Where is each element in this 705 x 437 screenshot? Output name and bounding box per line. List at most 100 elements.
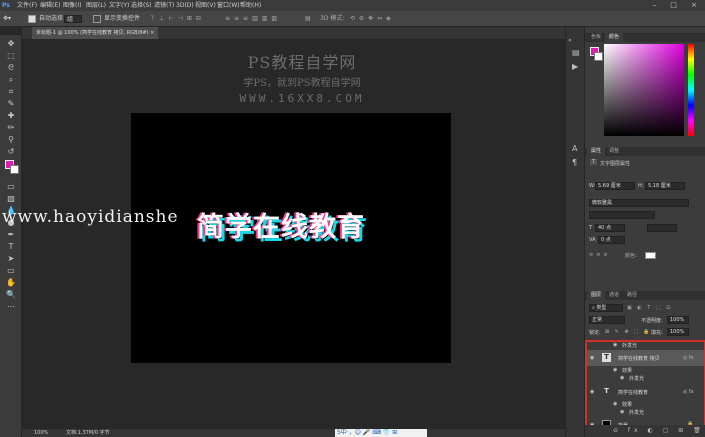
eye-icon[interactable]: ◉ <box>613 401 617 407</box>
blend-mode-select[interactable]: 正常 <box>589 316 625 324</box>
eyedropper-tool-icon[interactable]: ✎ <box>6 99 16 109</box>
hue-slider[interactable] <box>688 44 694 136</box>
canvas-area[interactable]: PS教程自学网 学PS，就到PS教程自学网 WWW.16XX8.COM www.… <box>2 39 565 429</box>
layer-effect-row[interactable]: ◉ 外发光 <box>587 409 704 416</box>
background-color-swatch[interactable] <box>10 165 19 174</box>
menu-type[interactable]: 文字(Y) <box>109 0 129 11</box>
eye-icon[interactable]: ◉ <box>613 367 617 373</box>
layer-kind-filter[interactable]: ⌕ 类型 <box>589 304 623 312</box>
layers-footer-buttons[interactable]: ⊖ fx ◐ ▢ ⊞ 🗑 <box>585 425 705 437</box>
filter-icons[interactable]: ▣ ◐ T ⬚ ⊡ <box>627 305 672 311</box>
menu-file[interactable]: 文件(F) <box>17 0 37 11</box>
quick-select-tool-icon[interactable]: ⌕ <box>6 75 16 85</box>
brush-tool-icon[interactable]: ✏ <box>6 123 16 133</box>
tab-swatches[interactable]: 色板 <box>587 33 605 42</box>
character-panel-icon[interactable]: A <box>572 145 577 153</box>
layer-effects-group[interactable]: ◉ 效果 <box>587 401 704 408</box>
watermark-url: WWW.16XX8.COM <box>239 92 365 105</box>
show-transform-checkbox[interactable] <box>93 11 101 27</box>
tab-adjustments[interactable]: 调整 <box>605 147 623 156</box>
hero-text[interactable]: 简学在线教育 <box>197 205 365 244</box>
font-size-field[interactable]: 40 点 <box>595 224 625 232</box>
auto-align-icon[interactable]: ▤ <box>305 11 311 27</box>
menu-bar: Ps 文件(F) 编辑(E) 图像(I) 图层(L) 文字(Y) 选择(S) 滤… <box>0 0 705 11</box>
tab-layers[interactable]: 图层 <box>587 291 606 300</box>
menu-edit[interactable]: 编辑(E) <box>40 0 60 11</box>
crop-tool-icon[interactable]: ⌗ <box>6 87 16 97</box>
menu-help[interactable]: 帮助(H) <box>240 0 261 11</box>
rectangle-tool-icon[interactable]: ▭ <box>6 266 16 276</box>
doc-info[interactable]: 文档:1.37M/0 字节 <box>66 429 110 437</box>
eye-icon[interactable]: ◉ <box>613 342 617 348</box>
path-select-tool-icon[interactable]: ➤ <box>6 254 16 264</box>
menu-window[interactable]: 窗口(W) <box>217 0 240 11</box>
ps-logo-icon[interactable]: Ps <box>2 0 10 11</box>
history-panel-icon[interactable]: ▤ <box>572 49 580 57</box>
leading-field[interactable] <box>647 224 677 232</box>
menu-3d[interactable]: 3D(D) <box>176 0 194 11</box>
menu-select[interactable]: 选择(S) <box>131 0 152 11</box>
align-icons[interactable]: ⊤⊥⊢⊣⊞⊟ <box>150 11 205 27</box>
clone-stamp-icon[interactable]: ⚲ <box>6 135 16 145</box>
paragraph-panel-icon[interactable]: ¶ <box>572 159 577 167</box>
layer-effects-group[interactable]: ◉ 效果 <box>587 367 704 374</box>
layer-effect-row[interactable]: ◉ 外发光 <box>587 342 704 349</box>
history-brush-icon[interactable]: ↺ <box>6 147 16 157</box>
document-tab[interactable]: 未标题-1 @ 100% (简学在线教育 拷贝, RGB/8#) × <box>32 27 159 39</box>
tab-color[interactable]: 颜色 <box>605 33 624 42</box>
layer-name[interactable]: 简学在线教育 <box>618 389 648 396</box>
move-tool-preset-icon[interactable]: ✥▾ <box>3 11 11 27</box>
menu-filter[interactable]: 滤镜(T) <box>154 0 174 11</box>
visibility-eye-icon[interactable]: ◉ <box>590 355 594 361</box>
eraser-tool-icon[interactable]: ▭ <box>6 182 16 192</box>
tracking-field[interactable]: 0 点 <box>598 236 625 244</box>
zoom-level[interactable]: 100% <box>34 429 48 437</box>
visibility-eye-icon[interactable]: ◉ <box>590 389 594 395</box>
actions-panel-icon[interactable]: ▶ <box>572 63 578 71</box>
lock-icons[interactable]: ⊠ ✎ ✥ ⛶ 🔒 <box>605 329 652 335</box>
text-color-swatch[interactable] <box>645 252 656 259</box>
align-text-icons[interactable]: ≡≡≡ <box>589 252 611 258</box>
layer-effect-row[interactable]: ◉ 外发光 <box>587 375 704 382</box>
close-tab-icon[interactable]: × <box>150 30 154 36</box>
fill-field[interactable]: 100% <box>667 328 689 336</box>
color-picker-field[interactable] <box>604 44 684 136</box>
distribute-icons[interactable]: ≡≡≡▥▥▥ <box>225 11 281 27</box>
tab-paths[interactable]: 路径 <box>623 291 641 300</box>
panel-bg-color[interactable] <box>594 52 603 61</box>
ime-toolbar[interactable]: S中·，☺ 🎤 ⌨ 👕 ⊞ <box>335 429 427 437</box>
document-tab-bar: 未标题-1 @ 100% (简学在线教育 拷贝, RGB/8#) × <box>22 27 565 39</box>
collapse-panels-icon[interactable]: « <box>568 37 572 45</box>
fx-icon[interactable]: ◎ fx <box>683 389 694 395</box>
tab-channels[interactable]: 通道 <box>605 291 623 300</box>
marquee-tool-icon[interactable]: ⬚ <box>6 51 16 61</box>
move-tool-icon[interactable]: ✥ <box>6 39 16 49</box>
height-field[interactable]: 5.18 厘米 <box>645 182 685 190</box>
font-family-select[interactable]: 微软雅黑 <box>589 199 689 207</box>
menu-layer[interactable]: 图层(L) <box>86 0 106 11</box>
font-style-select[interactable] <box>589 211 655 219</box>
auto-select-checkbox[interactable] <box>28 11 36 27</box>
fx-icon[interactable]: ◎ fx <box>683 355 694 361</box>
lasso-tool-icon[interactable]: ᘓ <box>6 63 16 73</box>
menu-view[interactable]: 视图(V) <box>195 0 216 11</box>
opacity-field[interactable]: 100% <box>667 316 689 324</box>
eye-icon[interactable]: ◉ <box>620 409 624 415</box>
tab-properties[interactable]: 属性 <box>587 147 606 156</box>
eye-icon[interactable]: ◉ <box>620 375 624 381</box>
layer-row-text-copy[interactable]: ◉ T 简学在线教育 拷贝 ◎ fx <box>587 350 704 366</box>
pen-tool-icon[interactable]: ✒ <box>6 230 16 240</box>
layer-name[interactable]: 简学在线教育 拷贝 <box>618 355 660 362</box>
layer-row-text[interactable]: ◉ T 简学在线教育 ◎ fx <box>587 384 704 400</box>
menu-image[interactable]: 图像(I) <box>63 0 81 11</box>
3d-mode-icons[interactable]: ⟲⊛✥⇔◈ <box>350 11 395 27</box>
width-field[interactable]: 5.69 厘米 <box>595 182 635 190</box>
more-tools-icon[interactable]: ⋯ <box>6 302 16 312</box>
auto-select-dropdown[interactable]: 组 <box>64 15 83 23</box>
type-tool-icon[interactable]: T <box>6 242 16 252</box>
hand-tool-icon[interactable]: ✋ <box>6 278 16 288</box>
zoom-tool-icon[interactable]: 🔍 <box>6 290 16 300</box>
healing-brush-icon[interactable]: ✚ <box>6 111 16 121</box>
gradient-tool-icon[interactable]: ▨ <box>6 194 16 204</box>
window-controls[interactable]: – □ × <box>653 0 703 11</box>
